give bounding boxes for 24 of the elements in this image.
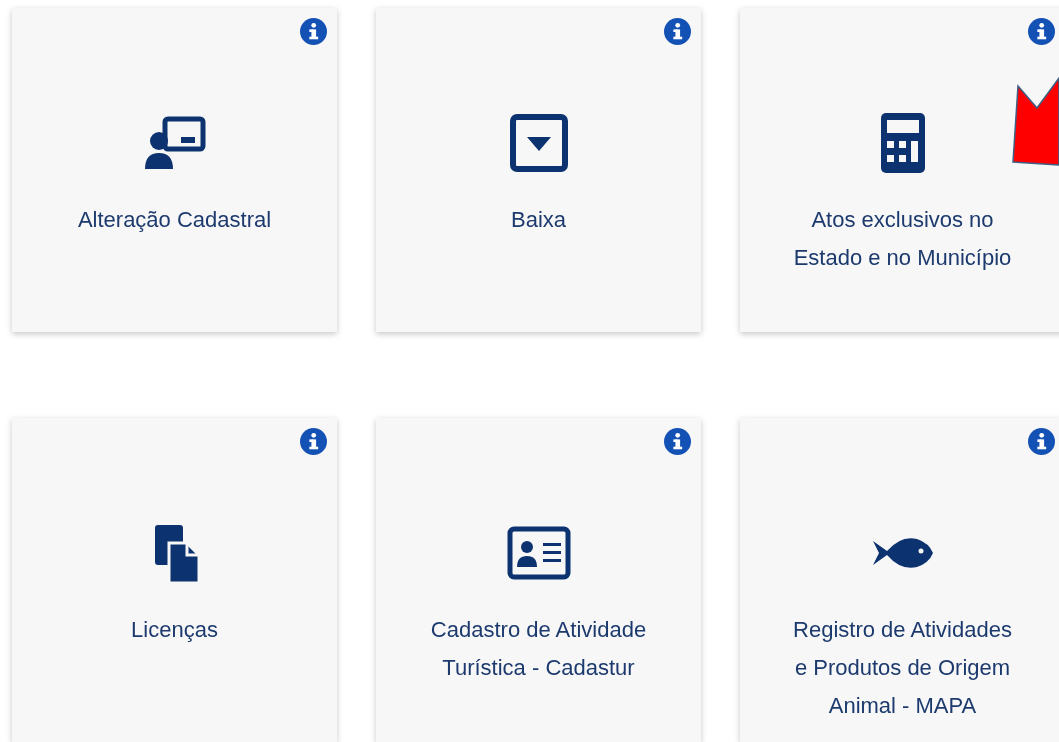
service-card[interactable]: Baixa <box>376 8 701 332</box>
card-label: Alteração Cadastral <box>77 206 272 234</box>
card-label: Atos exclusivos no Estado e no Município <box>792 206 1013 272</box>
card-label: Cadastro de Atividade Turística - Cadastur <box>429 616 648 682</box>
fish-icon <box>872 538 933 568</box>
info-icon[interactable] <box>1028 428 1055 455</box>
info-icon[interactable] <box>300 18 327 45</box>
clipboard-copy-icon <box>154 525 200 585</box>
id-card-icon <box>507 526 570 580</box>
service-card[interactable]: Cadastro de Atividade Turística - Cadastur <box>376 418 701 742</box>
info-icon[interactable] <box>1028 18 1055 45</box>
info-icon[interactable] <box>664 428 691 455</box>
info-icon[interactable] <box>664 18 691 45</box>
card-label: Licenças <box>131 616 218 644</box>
card-label: Baixa <box>510 206 566 234</box>
service-card[interactable]: Registro de Atividades e Produtos de Origem Animal - MAPA <box>740 418 1059 742</box>
info-icon[interactable] <box>300 428 327 455</box>
service-card[interactable]: Licenças <box>12 418 337 742</box>
service-card[interactable]: Atos exclusivos no Estado e no Município <box>740 8 1059 332</box>
calculator-icon <box>880 113 925 173</box>
presenter-icon <box>144 116 205 169</box>
service-card[interactable]: Alteração Cadastral <box>12 8 337 332</box>
card-label: Registro de Atividades e Produtos de Origem Animal - MAPA <box>792 616 1013 720</box>
dropdown-icon <box>509 114 568 172</box>
